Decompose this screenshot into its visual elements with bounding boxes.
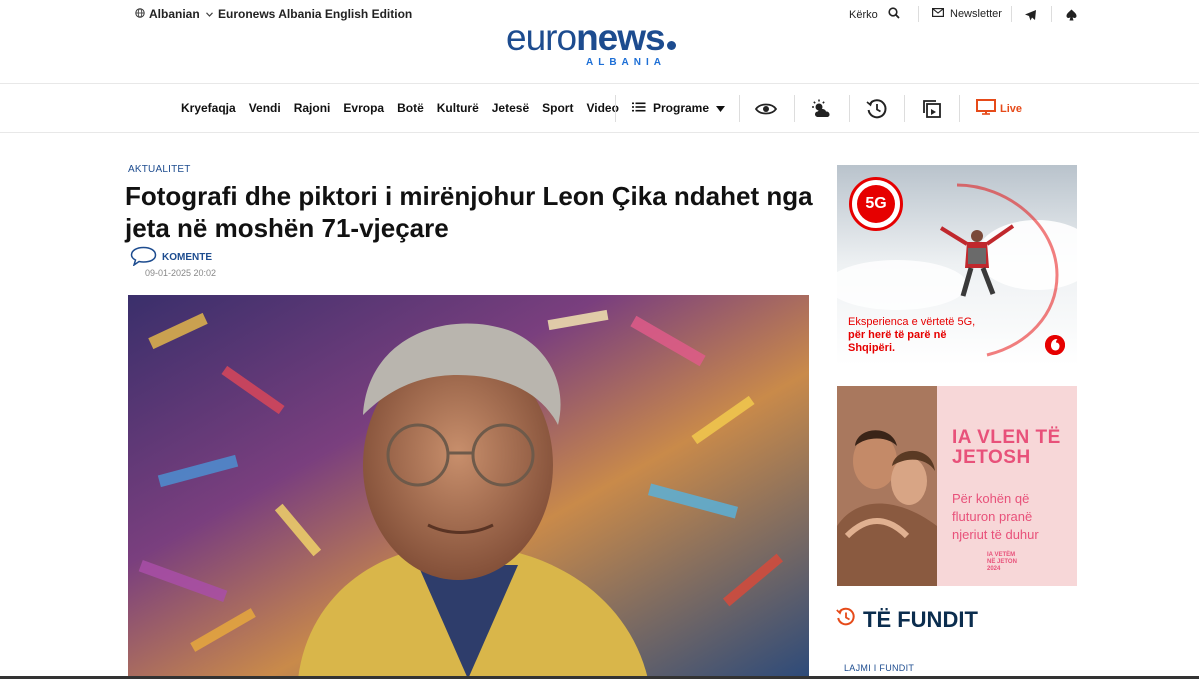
logo-dot: [666, 41, 676, 50]
ad2-headline: IA VLEN TË JETOSH: [952, 428, 1061, 468]
live-button[interactable]: Live: [976, 99, 1022, 118]
search-label: Kërko: [849, 8, 878, 21]
search-icon: [888, 7, 900, 22]
chevron-down-icon: [205, 10, 213, 19]
topbar-divider: [1051, 6, 1052, 22]
programs-dropdown[interactable]: Programe: [632, 101, 726, 115]
vodafone-logo-icon: [1045, 335, 1065, 355]
programs-label: Programe: [653, 101, 710, 115]
newsletter-label: Newsletter: [950, 8, 1002, 20]
nav-item-kryefaqja[interactable]: Kryefaqja: [181, 101, 236, 115]
nav-divider: [739, 95, 740, 122]
nav-links: Kryefaqja Vendi Rajoni Evropa Botë Kultu…: [181, 101, 632, 115]
ad2-mini-line1: IA VETËM: [987, 552, 1016, 558]
spade-icon[interactable]: [1062, 6, 1080, 24]
logo-word-light: euro: [506, 17, 577, 58]
envelope-icon: [932, 8, 945, 20]
top-bar: Albanian Euronews Albania English Editio…: [0, 0, 1199, 84]
language-selector[interactable]: Albanian: [135, 7, 213, 21]
history-clock-icon[interactable]: [865, 97, 889, 121]
nav-item-rajoni[interactable]: Rajoni: [294, 101, 331, 115]
nav-item-evropa[interactable]: Evropa: [343, 101, 384, 115]
ad2-headline-line1: IA VLEN TË: [952, 427, 1061, 448]
article-title: Fotografi dhe piktori i mirënjohur Leon …: [125, 181, 813, 243]
5g-badge: 5G: [849, 177, 903, 231]
comments-link[interactable]: KOMENTE: [130, 246, 212, 269]
ad2-headline-line2: JETOSH: [952, 447, 1031, 468]
nav-divider: [849, 95, 850, 122]
publish-date: 09-01-2025 20:02: [145, 268, 217, 278]
weather-icon[interactable]: [810, 97, 834, 121]
nav-item-sport[interactable]: Sport: [542, 101, 573, 115]
vodafone-5g-ad[interactable]: 5G Eksperienca e vërtetë 5G, për herë të…: [837, 165, 1077, 365]
ad2-mini-line2: NË JETON: [987, 559, 1017, 565]
nav-divider: [615, 95, 616, 122]
ad1-line1: Eksperienca e vërtetë 5G,: [848, 316, 976, 328]
search-button[interactable]: Kërko: [849, 7, 900, 22]
history-clock-icon: [836, 607, 856, 633]
english-edition-link[interactable]: Euronews Albania English Edition: [218, 7, 412, 21]
ad2-small-logo: IA VETËM NË JETON 2024: [987, 552, 1017, 573]
ad2-body-line1: Për kohën që: [952, 491, 1030, 506]
article-category[interactable]: AKTUALITET: [128, 164, 191, 175]
nav-item-kulture[interactable]: Kulturë: [437, 101, 479, 115]
latest-news-label[interactable]: LAJMI I FUNDIT: [844, 663, 914, 673]
ad1-line3: Shqipëri.: [848, 342, 896, 354]
tv-icon: [976, 99, 996, 118]
nav-item-bote[interactable]: Botë: [397, 101, 424, 115]
article-photo: [128, 295, 809, 679]
plane-icon[interactable]: [1021, 6, 1039, 24]
ad1-line2: për herë të parë në: [848, 329, 947, 341]
relationship-ad[interactable]: IA VLEN TË JETOSH Për kohën që fluturon …: [837, 386, 1077, 586]
language-label: Albanian: [149, 7, 200, 21]
copy-pages-icon[interactable]: [920, 97, 944, 121]
live-label: Live: [1000, 102, 1023, 115]
ad1-text: Eksperienca e vërtetë 5G, për herë të pa…: [848, 316, 975, 355]
ad2-body: Për kohën që fluturon pranë njeriut të d…: [952, 490, 1039, 544]
ad2-photo: [837, 386, 937, 586]
portrait-image: [128, 295, 809, 679]
nav-item-vendi[interactable]: Vendi: [249, 101, 281, 115]
nav-divider: [959, 95, 960, 122]
comment-bubble-icon: [130, 246, 157, 269]
ad2-body-line3: njeriut të duhur: [952, 527, 1039, 542]
nav-divider: [794, 95, 795, 122]
topbar-divider: [918, 6, 919, 22]
nav-divider: [904, 95, 905, 122]
latest-news-heading: TË FUNDIT: [836, 607, 978, 633]
newsletter-button[interactable]: Newsletter: [932, 8, 1002, 20]
ad2-mini-line3: 2024: [987, 566, 1001, 572]
globe-icon: [135, 7, 145, 21]
nav-item-jetese[interactable]: Jetesë: [492, 101, 529, 115]
comments-label: KOMENTE: [162, 252, 212, 263]
caret-down-icon: [716, 101, 726, 115]
5g-badge-label: 5G: [857, 185, 895, 223]
logo-word-bold: news: [576, 17, 666, 58]
list-icon: [632, 101, 646, 115]
ad2-body-line2: fluturon pranë: [952, 509, 1033, 524]
latest-news-title: TË FUNDIT: [863, 607, 978, 632]
topbar-divider: [1011, 6, 1012, 22]
main-navigation: Kryefaqja Vendi Rajoni Evropa Botë Kultu…: [0, 85, 1199, 133]
eye-icon[interactable]: [754, 97, 778, 121]
logo-subtitle: ALBANIA: [586, 57, 666, 68]
euronews-logo[interactable]: euronews ALBANIA: [506, 18, 706, 72]
